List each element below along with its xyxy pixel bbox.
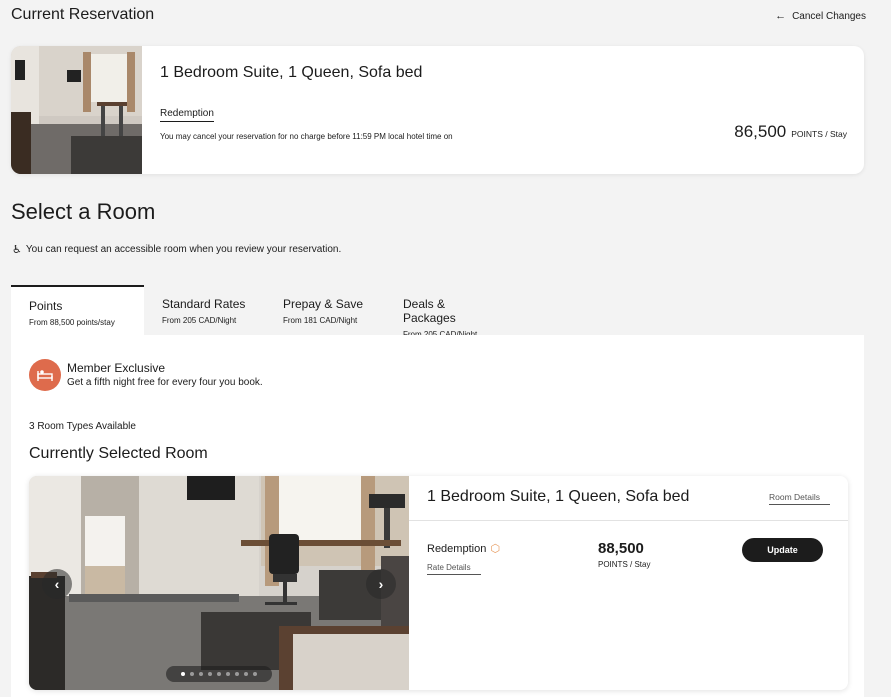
member-exclusive-icon xyxy=(29,359,61,391)
carousel-next-button[interactable]: › xyxy=(366,569,396,599)
reservation-points-value: 86,500 xyxy=(734,122,787,141)
current-reservation-title: Current Reservation xyxy=(11,6,155,23)
rate-details-link[interactable]: Rate Details xyxy=(427,563,481,575)
arrow-left-icon: ← xyxy=(775,10,787,22)
tab-label: Standard Rates xyxy=(162,297,246,311)
tab-points[interactable]: Points From 88,500 points/stay xyxy=(11,285,144,335)
tab-label: Prepay & Save xyxy=(283,297,364,311)
points-tab-panel: Member Exclusive Get a fifth night free … xyxy=(11,335,864,697)
tab-label: Deals & Packages xyxy=(403,297,456,325)
room-card-title: 1 Bedroom Suite, 1 Queen, Sofa bed xyxy=(427,488,690,505)
room-card-rate: Redemption ⬡ xyxy=(427,542,500,556)
currently-selected-title: Currently Selected Room xyxy=(29,445,208,462)
carousel-dot[interactable] xyxy=(190,672,194,676)
update-button[interactable]: Update xyxy=(742,538,823,562)
cancel-changes-label: Cancel Changes xyxy=(792,10,866,22)
member-exclusive-desc: Get a fifth night free for every four yo… xyxy=(67,377,263,388)
reservation-points: 86,500 POINTS / Stay xyxy=(734,122,847,142)
accessible-note: ♿ You can request an accessible room whe… xyxy=(12,243,341,256)
tab-sublabel: From 181 CAD/Night xyxy=(283,316,358,325)
tab-deals-packages[interactable]: Deals & Packages From 205 CAD/Night xyxy=(385,285,515,339)
carousel-dot[interactable] xyxy=(208,672,212,676)
room-types-count: 3 Room Types Available xyxy=(29,421,136,432)
reservation-cancel-policy: You may cancel your reservation for no c… xyxy=(160,132,453,141)
room-details-link[interactable]: Room Details xyxy=(769,492,830,505)
carousel-dot[interactable] xyxy=(226,672,230,676)
room-card-points-unit: POINTS / Stay xyxy=(598,560,651,569)
select-room-title: Select a Room xyxy=(11,199,156,224)
tab-prepay-save[interactable]: Prepay & Save From 181 CAD/Night xyxy=(265,285,385,335)
tab-standard-rates[interactable]: Standard Rates From 205 CAD/Night xyxy=(144,285,265,335)
member-exclusive-title: Member Exclusive xyxy=(67,361,166,375)
carousel-dot[interactable] xyxy=(244,672,248,676)
cancel-changes-link[interactable]: ← Cancel Changes xyxy=(775,10,866,22)
carousel-dots xyxy=(166,666,272,682)
wheelchair-icon: ♿ xyxy=(12,244,22,256)
room-photo-carousel[interactable]: ‹ › xyxy=(29,476,409,690)
page: Current Reservation ← Cancel Changes 1 B… xyxy=(0,0,891,697)
current-reservation-card: 1 Bedroom Suite, 1 Queen, Sofa bed Redem… xyxy=(11,46,864,174)
carousel-dot[interactable] xyxy=(181,672,185,676)
room-card-points: 88,500 xyxy=(598,540,644,557)
selected-room-card: ‹ › 1 Bedroom Suite, 1 Queen, Sofa bed R… xyxy=(29,476,848,690)
carousel-dot[interactable] xyxy=(235,672,239,676)
rate-tabs: Points From 88,500 points/stay Standard … xyxy=(11,285,515,339)
tag-icon: ⬡ xyxy=(490,543,500,555)
carousel-prev-button[interactable]: ‹ xyxy=(42,569,72,599)
tab-sublabel: From 205 CAD/Night xyxy=(162,316,237,325)
reservation-room-name: 1 Bedroom Suite, 1 Queen, Sofa bed xyxy=(160,64,423,81)
reservation-points-unit: POINTS / Stay xyxy=(791,129,847,139)
room-card-divider xyxy=(409,520,848,521)
carousel-dot[interactable] xyxy=(199,672,203,676)
room-card-rate-name: Redemption xyxy=(427,542,487,555)
carousel-dot[interactable] xyxy=(253,672,257,676)
carousel-dot[interactable] xyxy=(217,672,221,676)
reservation-room-image xyxy=(11,46,142,174)
reservation-rate-name[interactable]: Redemption xyxy=(160,108,214,122)
accessible-note-text: You can request an accessible room when … xyxy=(25,244,342,255)
tab-sublabel: From 88,500 points/stay xyxy=(29,318,115,327)
tab-label: Points xyxy=(29,299,63,313)
